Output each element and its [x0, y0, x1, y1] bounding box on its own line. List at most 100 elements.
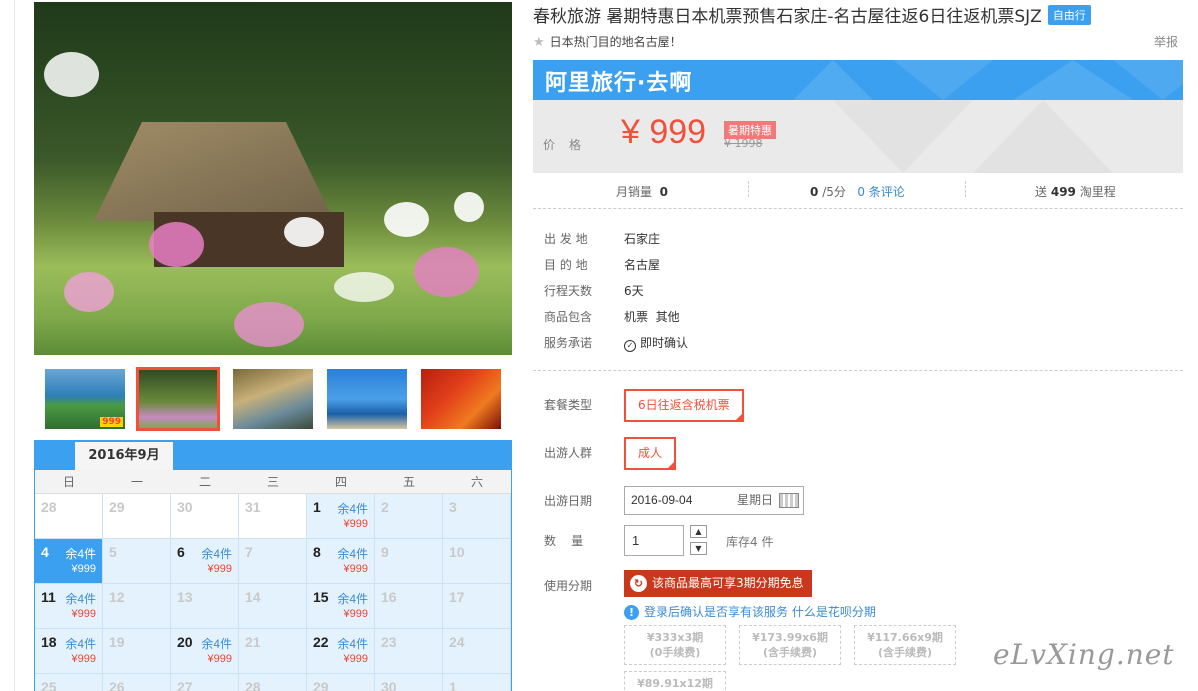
monthly-sales: 月销量 0 [616, 183, 668, 200]
calendar-day-cell: 29 [307, 674, 375, 691]
installment-plan-12[interactable]: ¥89.91x12期 [624, 671, 726, 691]
day-number: 4 [41, 544, 49, 560]
day-number: 18 [41, 634, 57, 650]
calendar-day-cell: 17 [443, 584, 511, 629]
day-number: 21 [245, 634, 261, 650]
travel-date-input[interactable]: 2016-09-04 星期日 [624, 486, 804, 515]
plan-fee: (含手续费) [877, 646, 933, 659]
calendar-day-cell: 25 [35, 674, 103, 691]
info-value-departure: 石家庄 [624, 232, 661, 246]
day-number: 19 [109, 634, 125, 650]
day-number: 23 [381, 634, 397, 650]
thumbnail-2[interactable] [136, 367, 220, 431]
weekday-header: 三 [266, 475, 279, 489]
huabei-logo-icon: ↻ [630, 575, 647, 592]
thumbnail-price-tag: 999 [100, 417, 123, 427]
day-number: 26 [109, 679, 125, 691]
calendar-day-cell: 24 [443, 629, 511, 674]
flower [414, 247, 479, 297]
price-box: 阿里旅行·去啊 价格 ¥ 999 暑期特惠 ¥ 1998 [533, 60, 1183, 173]
points-suffix: 淘里程 [1079, 185, 1116, 199]
day-stock: 余4件 [337, 637, 368, 651]
thumbnail-4[interactable] [327, 369, 407, 429]
notice-text[interactable]: 登录后确认是否享有该服务 [644, 605, 788, 619]
calendar-day-cell: 29 [103, 494, 171, 539]
day-price: ¥999 [343, 518, 368, 530]
calendar-day-cell: 21 [239, 629, 307, 674]
calendar-day-cell[interactable]: 18 余4件 ¥999 [35, 629, 103, 674]
traveler-option-text: 成人 [638, 446, 663, 460]
day-number: 15 [313, 589, 329, 605]
day-stock: 余4件 [337, 547, 368, 561]
weekday-header: 四 [334, 475, 347, 489]
stats-divider [748, 181, 749, 197]
info-value-service: ✓ 即时确认 [624, 334, 688, 352]
installment-plan-6[interactable]: ¥173.99x6期 (含手续费) [739, 625, 841, 665]
points: 送 499 淘里程 [1035, 183, 1116, 200]
calendar-day-cell[interactable]: 15 余4件 ¥999 [307, 584, 375, 629]
calendar-day-cell[interactable]: 22 余4件 ¥999 [307, 629, 375, 674]
installment-plan-3[interactable]: ¥333x3期 (0手续费) [624, 625, 726, 665]
flower [234, 302, 304, 347]
calendar-week-row: 28 29 30 31 1 余4件 ¥999 2 3 [35, 494, 511, 539]
quantity-label: 数 量 [544, 534, 584, 548]
weekday-header: 五 [402, 475, 415, 489]
quantity-input[interactable]: 1 [624, 525, 684, 556]
flower [44, 52, 99, 97]
calendar-day-cell[interactable]: 20 余4件 ¥999 [171, 629, 239, 674]
report-link[interactable]: 举报 [1154, 33, 1178, 50]
free-travel-badge: 自由行 [1047, 5, 1091, 25]
plan-fee: (含手续费) [762, 646, 818, 659]
day-number: 24 [449, 634, 465, 650]
day-price: ¥999 [71, 653, 96, 665]
rating: 0 /5分 0 条评论 [810, 183, 905, 200]
calendar-day-cell[interactable]: 11 余4件 ¥999 [35, 584, 103, 629]
calendar-day-cell: 30 [171, 494, 239, 539]
calendar-header: 2016年9月 [35, 440, 511, 470]
installment-plan-9[interactable]: ¥117.66x9期 (含手续费) [854, 625, 956, 665]
day-stock: 余4件 [65, 637, 96, 651]
quantity-decrease-button[interactable]: ▼ [690, 542, 707, 555]
calendar-day-cell[interactable]: 6 余4件 ¥999 [171, 539, 239, 584]
watermark: eLvXing.net [993, 638, 1175, 671]
calendar-day-cell[interactable]: 8 余4件 ¥999 [307, 539, 375, 584]
travel-date-label: 出游日期 [544, 494, 593, 508]
calendar-day-cell: 31 [239, 494, 307, 539]
thumbnail-5[interactable] [421, 369, 501, 429]
day-stock: 余4件 [65, 547, 96, 561]
what-is-huabei-link[interactable]: 什么是花呗分期 [792, 605, 876, 619]
calendar-icon[interactable] [779, 493, 799, 508]
day-number: 11 [41, 589, 56, 605]
banner-decoration [793, 60, 873, 100]
thumbnail-1[interactable]: 999 [45, 369, 125, 429]
product-title: 春秋旅游 暑期特惠日本机票预售石家庄-名古屋往返6日往返机票SJZ 自由行 [533, 2, 1091, 27]
day-number: 20 [177, 634, 193, 650]
quantity-increase-button[interactable]: ▲ [690, 525, 707, 538]
calendar-day-cell: 28 [239, 674, 307, 691]
calendar-day-cell[interactable]: 1 余4件 ¥999 [307, 494, 375, 539]
installment-label: 使用分期 [544, 579, 593, 593]
traveler-option-button[interactable]: 成人 [624, 437, 677, 470]
day-number: 1 [449, 679, 457, 691]
installment-banner[interactable]: ↻ 该商品最高可享3期分期免息 [624, 570, 812, 597]
flower [149, 222, 204, 267]
star-icon[interactable]: ★ [533, 35, 545, 50]
stats-divider [965, 181, 966, 197]
day-number: 12 [109, 589, 125, 605]
day-number: 17 [449, 589, 465, 605]
package-option-button[interactable]: 6日往返含税机票 [624, 389, 744, 422]
calendar-day-cell: 27 [171, 674, 239, 691]
info-label-includes: 商品包含 [544, 310, 593, 324]
banner-decoration [893, 60, 993, 100]
calendar-week-row: 4 余4件 ¥999 5 6 余4件 ¥999 7 8 余4件 ¥999 9 10 [35, 539, 511, 584]
day-number: 22 [313, 634, 329, 650]
calendar-week-row: 18 余4件 ¥999 19 20 余4件 ¥999 21 22 余4件 ¥999 23 24 [35, 629, 511, 674]
thumbnail-3[interactable] [233, 369, 313, 429]
reviews-link[interactable]: 0 条评论 [857, 185, 904, 199]
calendar-month-tab[interactable]: 2016年9月 [75, 442, 173, 470]
day-number: 7 [245, 544, 253, 560]
calendar-day-cell: 9 [375, 539, 443, 584]
day-number: 3 [449, 499, 457, 515]
calendar-day-cell[interactable]: 4 余4件 ¥999 [35, 539, 103, 584]
service-text: 即时确认 [640, 336, 689, 350]
